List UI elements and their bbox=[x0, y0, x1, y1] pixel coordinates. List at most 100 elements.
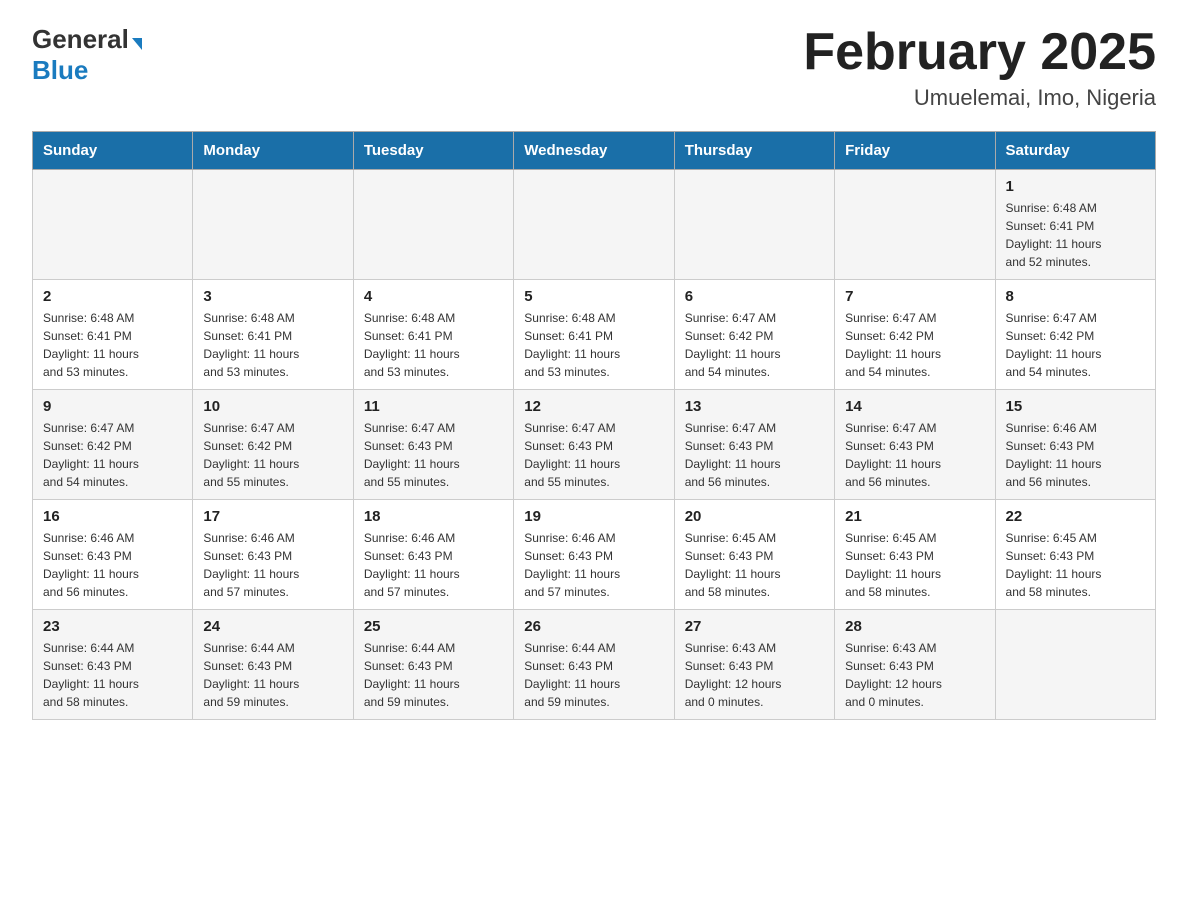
day-info: Sunrise: 6:46 AMSunset: 6:43 PMDaylight:… bbox=[364, 529, 503, 601]
page-title: February 2025 bbox=[803, 24, 1156, 81]
weekday-header-saturday: Saturday bbox=[995, 132, 1155, 170]
day-info: Sunrise: 6:45 AMSunset: 6:43 PMDaylight:… bbox=[845, 529, 984, 601]
day-number: 12 bbox=[524, 398, 663, 415]
day-info: Sunrise: 6:46 AMSunset: 6:43 PMDaylight:… bbox=[1006, 419, 1145, 491]
calendar-day-cell: 22 Sunrise: 6:45 AMSunset: 6:43 PMDayligh… bbox=[995, 500, 1155, 610]
day-number: 10 bbox=[203, 398, 342, 415]
logo: General Blue bbox=[32, 24, 142, 86]
calendar-body: 1 Sunrise: 6:48 AMSunset: 6:41 PMDaylight… bbox=[33, 170, 1156, 720]
day-number: 20 bbox=[685, 508, 824, 525]
day-number: 26 bbox=[524, 618, 663, 635]
day-number: 11 bbox=[364, 398, 503, 415]
day-number: 16 bbox=[43, 508, 182, 525]
calendar-week-row: 2Sunrise: 6:48 AMSunset: 6:41 PMDaylight… bbox=[33, 280, 1156, 390]
day-number: 6 bbox=[685, 288, 824, 305]
day-info: Sunrise: 6:48 AMSunset: 6:41 PMDaylight:… bbox=[203, 309, 342, 381]
calendar-day-cell: 9 Sunrise: 6:47 AMSunset: 6:42 PMDaylight… bbox=[33, 390, 193, 500]
day-number: 18 bbox=[364, 508, 503, 525]
calendar-week-row: 9 Sunrise: 6:47 AMSunset: 6:42 PMDaylight… bbox=[33, 390, 1156, 500]
weekday-header-wednesday: Wednesday bbox=[514, 132, 674, 170]
calendar-day-cell: 7Sunrise: 6:47 AMSunset: 6:42 PMDaylight… bbox=[835, 280, 995, 390]
logo-bottom: Blue bbox=[32, 55, 88, 86]
calendar-day-cell: 18 Sunrise: 6:46 AMSunset: 6:43 PMDayligh… bbox=[353, 500, 513, 610]
day-number: 9 bbox=[43, 398, 182, 415]
day-number: 24 bbox=[203, 618, 342, 635]
day-info: Sunrise: 6:47 AMSunset: 6:43 PMDaylight:… bbox=[524, 419, 663, 491]
day-number: 27 bbox=[685, 618, 824, 635]
calendar-day-cell: 12 Sunrise: 6:47 AMSunset: 6:43 PMDayligh… bbox=[514, 390, 674, 500]
calendar-header: SundayMondayTuesdayWednesdayThursdayFrid… bbox=[33, 132, 1156, 170]
day-info: Sunrise: 6:43 AMSunset: 6:43 PMDaylight:… bbox=[845, 639, 984, 711]
day-number: 17 bbox=[203, 508, 342, 525]
calendar-day-cell: 3 Sunrise: 6:48 AMSunset: 6:41 PMDaylight… bbox=[193, 280, 353, 390]
day-number: 5 bbox=[524, 288, 663, 305]
day-number: 4 bbox=[364, 288, 503, 305]
day-info: Sunrise: 6:45 AMSunset: 6:43 PMDaylight:… bbox=[1006, 529, 1145, 601]
calendar-day-cell: 13Sunrise: 6:47 AMSunset: 6:43 PMDayligh… bbox=[674, 390, 834, 500]
calendar-week-row: 1 Sunrise: 6:48 AMSunset: 6:41 PMDaylight… bbox=[33, 170, 1156, 280]
calendar-day-cell: 28Sunrise: 6:43 AMSunset: 6:43 PMDayligh… bbox=[835, 610, 995, 720]
day-info: Sunrise: 6:47 AMSunset: 6:42 PMDaylight:… bbox=[203, 419, 342, 491]
day-info: Sunrise: 6:47 AMSunset: 6:42 PMDaylight:… bbox=[845, 309, 984, 381]
day-info: Sunrise: 6:47 AMSunset: 6:42 PMDaylight:… bbox=[685, 309, 824, 381]
day-info: Sunrise: 6:43 AMSunset: 6:43 PMDaylight:… bbox=[685, 639, 824, 711]
weekday-header-sunday: Sunday bbox=[33, 132, 193, 170]
day-info: Sunrise: 6:46 AMSunset: 6:43 PMDaylight:… bbox=[43, 529, 182, 601]
day-info: Sunrise: 6:47 AMSunset: 6:42 PMDaylight:… bbox=[43, 419, 182, 491]
calendar-day-cell: 1 Sunrise: 6:48 AMSunset: 6:41 PMDaylight… bbox=[995, 170, 1155, 280]
calendar-day-cell: 15 Sunrise: 6:46 AMSunset: 6:43 PMDayligh… bbox=[995, 390, 1155, 500]
page-header: General Blue February 2025 Umuelemai, Im… bbox=[32, 24, 1156, 111]
calendar-day-cell: 26Sunrise: 6:44 AMSunset: 6:43 PMDayligh… bbox=[514, 610, 674, 720]
day-number: 8 bbox=[1006, 288, 1145, 305]
day-number: 25 bbox=[364, 618, 503, 635]
calendar-table: SundayMondayTuesdayWednesdayThursdayFrid… bbox=[32, 131, 1156, 720]
day-number: 21 bbox=[845, 508, 984, 525]
calendar-day-cell: 23Sunrise: 6:44 AMSunset: 6:43 PMDayligh… bbox=[33, 610, 193, 720]
calendar-day-cell bbox=[353, 170, 513, 280]
calendar-day-cell: 4 Sunrise: 6:48 AMSunset: 6:41 PMDaylight… bbox=[353, 280, 513, 390]
calendar-day-cell: 27 Sunrise: 6:43 AMSunset: 6:43 PMDayligh… bbox=[674, 610, 834, 720]
logo-top: General bbox=[32, 24, 142, 55]
day-info: Sunrise: 6:48 AMSunset: 6:41 PMDaylight:… bbox=[364, 309, 503, 381]
calendar-day-cell bbox=[33, 170, 193, 280]
calendar-week-row: 23Sunrise: 6:44 AMSunset: 6:43 PMDayligh… bbox=[33, 610, 1156, 720]
calendar-day-cell: 11 Sunrise: 6:47 AMSunset: 6:43 PMDayligh… bbox=[353, 390, 513, 500]
day-info: Sunrise: 6:46 AMSunset: 6:43 PMDaylight:… bbox=[524, 529, 663, 601]
calendar-day-cell: 21 Sunrise: 6:45 AMSunset: 6:43 PMDayligh… bbox=[835, 500, 995, 610]
day-info: Sunrise: 6:44 AMSunset: 6:43 PMDaylight:… bbox=[203, 639, 342, 711]
calendar-day-cell: 17Sunrise: 6:46 AMSunset: 6:43 PMDayligh… bbox=[193, 500, 353, 610]
day-info: Sunrise: 6:44 AMSunset: 6:43 PMDaylight:… bbox=[364, 639, 503, 711]
day-info: Sunrise: 6:47 AMSunset: 6:43 PMDaylight:… bbox=[364, 419, 503, 491]
day-info: Sunrise: 6:44 AMSunset: 6:43 PMDaylight:… bbox=[43, 639, 182, 711]
day-info: Sunrise: 6:45 AMSunset: 6:43 PMDaylight:… bbox=[685, 529, 824, 601]
weekday-header-row: SundayMondayTuesdayWednesdayThursdayFrid… bbox=[33, 132, 1156, 170]
day-info: Sunrise: 6:48 AMSunset: 6:41 PMDaylight:… bbox=[1006, 199, 1145, 271]
calendar-day-cell bbox=[674, 170, 834, 280]
calendar-day-cell: 19 Sunrise: 6:46 AMSunset: 6:43 PMDayligh… bbox=[514, 500, 674, 610]
calendar-day-cell bbox=[995, 610, 1155, 720]
logo-blue-text: Blue bbox=[32, 55, 88, 85]
calendar-day-cell bbox=[835, 170, 995, 280]
day-number: 22 bbox=[1006, 508, 1145, 525]
weekday-header-friday: Friday bbox=[835, 132, 995, 170]
calendar-day-cell: 16 Sunrise: 6:46 AMSunset: 6:43 PMDayligh… bbox=[33, 500, 193, 610]
calendar-week-row: 16 Sunrise: 6:46 AMSunset: 6:43 PMDayligh… bbox=[33, 500, 1156, 610]
day-info: Sunrise: 6:48 AMSunset: 6:41 PMDaylight:… bbox=[43, 309, 182, 381]
day-number: 13 bbox=[685, 398, 824, 415]
calendar-day-cell bbox=[193, 170, 353, 280]
calendar-day-cell: 8Sunrise: 6:47 AMSunset: 6:42 PMDaylight… bbox=[995, 280, 1155, 390]
page-subtitle: Umuelemai, Imo, Nigeria bbox=[803, 85, 1156, 111]
day-number: 14 bbox=[845, 398, 984, 415]
day-number: 15 bbox=[1006, 398, 1145, 415]
logo-triangle-icon bbox=[132, 38, 142, 50]
weekday-header-thursday: Thursday bbox=[674, 132, 834, 170]
calendar-day-cell: 6 Sunrise: 6:47 AMSunset: 6:42 PMDaylight… bbox=[674, 280, 834, 390]
day-number: 19 bbox=[524, 508, 663, 525]
day-number: 1 bbox=[1006, 178, 1145, 195]
day-number: 3 bbox=[203, 288, 342, 305]
calendar-day-cell: 20 Sunrise: 6:45 AMSunset: 6:43 PMDayligh… bbox=[674, 500, 834, 610]
calendar-day-cell bbox=[514, 170, 674, 280]
calendar-day-cell: 10 Sunrise: 6:47 AMSunset: 6:42 PMDayligh… bbox=[193, 390, 353, 500]
weekday-header-monday: Monday bbox=[193, 132, 353, 170]
calendar-day-cell: 2Sunrise: 6:48 AMSunset: 6:41 PMDaylight… bbox=[33, 280, 193, 390]
